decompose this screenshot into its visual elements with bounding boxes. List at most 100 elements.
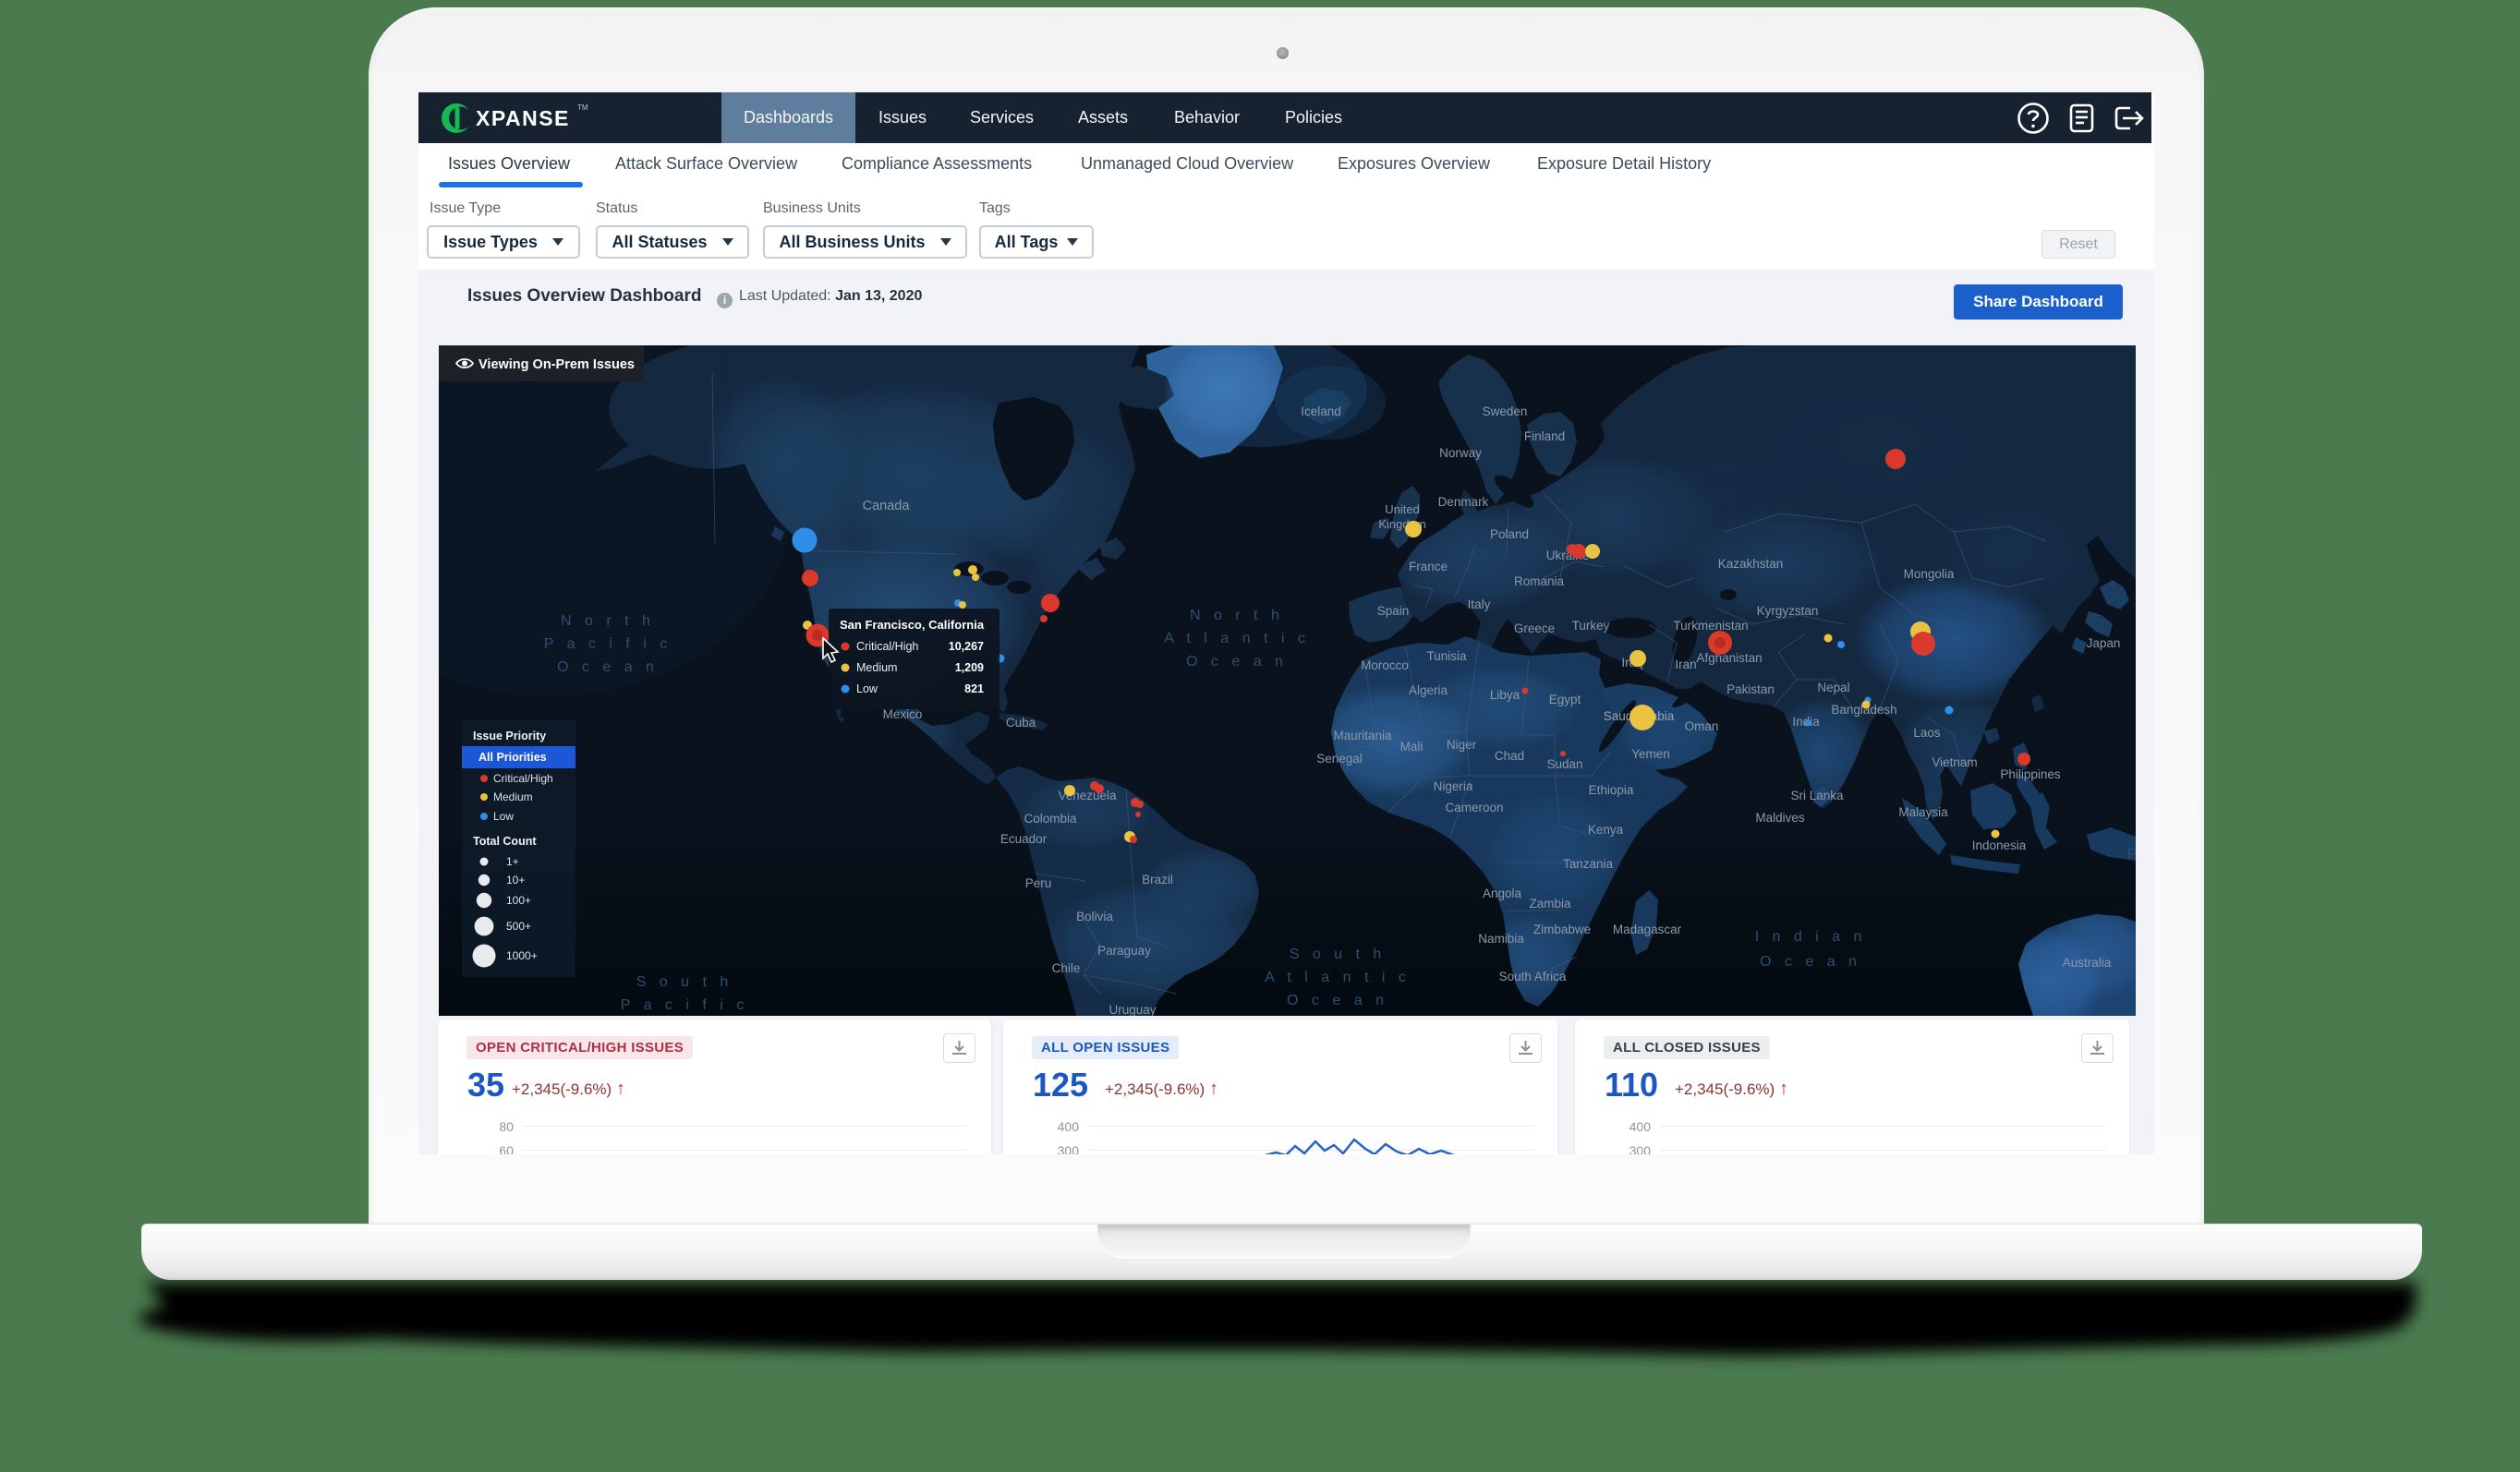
svg-text:Egypt: Egypt xyxy=(1549,693,1581,706)
svg-text:Mali: Mali xyxy=(1400,740,1424,754)
svg-text:1,209: 1,209 xyxy=(955,661,984,674)
svg-text:S o u t h: S o u t h xyxy=(1290,947,1387,962)
svg-text:Oman: Oman xyxy=(1685,719,1719,733)
svg-text:Sudan: Sudan xyxy=(1546,757,1582,771)
svg-text:10+: 10+ xyxy=(506,874,525,887)
svg-text:P a c i f i c: P a c i f i c xyxy=(621,997,749,1013)
svg-text:Afghanistan: Afghanistan xyxy=(1696,651,1762,665)
svg-text:Malaysia: Malaysia xyxy=(1898,805,1948,819)
svg-text:Kenya: Kenya xyxy=(1588,823,1624,837)
svg-text:Maldives: Maldives xyxy=(1755,811,1805,825)
svg-text:Medium: Medium xyxy=(493,790,533,803)
svg-text:South Africa: South Africa xyxy=(1499,970,1567,983)
svg-text:Senegal: Senegal xyxy=(1316,752,1363,766)
svg-text:Bolivia: Bolivia xyxy=(1076,910,1113,923)
svg-text:A t l a n t i c: A t l a n t i c xyxy=(1265,970,1411,985)
svg-text:Morocco: Morocco xyxy=(1361,658,1409,672)
svg-text:Philippines: Philippines xyxy=(2000,767,2061,781)
svg-text:10,267: 10,267 xyxy=(949,640,984,653)
svg-text:Angola: Angola xyxy=(1483,887,1522,900)
svg-text:Medium: Medium xyxy=(856,661,897,674)
svg-text:I n d i a n: I n d i a n xyxy=(1755,929,1867,945)
svg-text:Ethiopia: Ethiopia xyxy=(1589,783,1634,797)
svg-text:Greece: Greece xyxy=(1514,621,1555,635)
svg-text:Algeria: Algeria xyxy=(1409,683,1448,697)
svg-text:Laos: Laos xyxy=(1913,726,1941,740)
svg-text:Poland: Poland xyxy=(1490,527,1529,541)
svg-text:Brazil: Brazil xyxy=(1142,873,1173,887)
svg-text:1000+: 1000+ xyxy=(506,949,538,962)
svg-text:Niger: Niger xyxy=(1447,738,1477,752)
svg-text:Critical/High: Critical/High xyxy=(493,772,553,785)
svg-text:O c e a n: O c e a n xyxy=(557,659,659,675)
svg-text:S o u t h: S o u t h xyxy=(636,974,733,990)
svg-text:Pakistan: Pakistan xyxy=(1726,682,1775,696)
svg-text:Peru: Peru xyxy=(1025,876,1052,890)
svg-text:N o r t h: N o r t h xyxy=(1190,608,1284,623)
svg-text:Mongolia: Mongolia xyxy=(1904,567,1955,581)
svg-text:Turkey: Turkey xyxy=(1572,619,1610,633)
svg-text:Yemen: Yemen xyxy=(1631,747,1670,761)
svg-text:Nepal: Nepal xyxy=(1817,681,1849,694)
svg-text:Mauritania: Mauritania xyxy=(1333,729,1392,742)
svg-text:Romania: Romania xyxy=(1514,574,1565,588)
svg-text:Finland: Finland xyxy=(1524,429,1565,443)
svg-text:O c e a n: O c e a n xyxy=(1287,993,1388,1008)
svg-text:Mexico: Mexico xyxy=(883,707,923,721)
svg-text:Kyrgyzstan: Kyrgyzstan xyxy=(1757,604,1819,618)
svg-text:Sweden: Sweden xyxy=(1483,404,1528,418)
svg-text:Low: Low xyxy=(856,682,878,695)
svg-text:Total Count: Total Count xyxy=(473,835,537,848)
svg-text:Denmark: Denmark xyxy=(1438,495,1489,509)
svg-text:All Priorities: All Priorities xyxy=(479,751,547,764)
svg-text:Zimbabwe: Zimbabwe xyxy=(1533,923,1591,936)
svg-text:100+: 100+ xyxy=(506,894,531,907)
svg-text:1+: 1+ xyxy=(506,855,519,868)
svg-text:A t l a n t i c: A t l a n t i c xyxy=(1164,631,1310,646)
svg-text:San Francisco, California: San Francisco, California xyxy=(840,618,985,632)
svg-text:Low: Low xyxy=(493,810,514,823)
svg-text:Vietnam: Vietnam xyxy=(1932,755,1977,769)
svg-text:Viewing On-Prem Issues: Viewing On-Prem Issues xyxy=(479,357,635,372)
svg-text:Tanzania: Tanzania xyxy=(1563,857,1614,871)
svg-text:500+: 500+ xyxy=(506,920,531,933)
svg-text:Tunisia: Tunisia xyxy=(1426,649,1467,663)
svg-text:Chad: Chad xyxy=(1495,749,1524,763)
svg-text:Uruguay: Uruguay xyxy=(1109,1003,1156,1016)
svg-text:Critical/High: Critical/High xyxy=(856,640,918,653)
svg-text:Australia: Australia xyxy=(2063,956,2112,970)
svg-text:Namibia: Namibia xyxy=(1478,932,1524,946)
svg-text:Libya: Libya xyxy=(1490,688,1520,702)
svg-text:Paraguay: Paraguay xyxy=(1097,944,1151,958)
svg-text:Cuba: Cuba xyxy=(1006,716,1036,730)
svg-text:Canada: Canada xyxy=(863,499,911,513)
svg-text:United: United xyxy=(1385,502,1420,516)
svg-text:Nigeria: Nigeria xyxy=(1434,779,1473,793)
svg-text:Ecuador: Ecuador xyxy=(1000,832,1048,846)
svg-text:P a c i f i c: P a c i f i c xyxy=(544,636,672,652)
svg-text:O c e a n: O c e a n xyxy=(1186,654,1288,670)
svg-text:XPANSE: XPANSE xyxy=(476,106,570,130)
svg-text:Norway: Norway xyxy=(1439,446,1482,460)
svg-text:Italy: Italy xyxy=(1468,597,1491,611)
svg-text:Colombia: Colombia xyxy=(1024,812,1077,826)
svg-text:Pa: Pa xyxy=(2127,847,2136,863)
svg-text:N o r t h: N o r t h xyxy=(561,613,655,629)
svg-text:Sri Lanka: Sri Lanka xyxy=(1790,789,1844,802)
svg-text:Zambia: Zambia xyxy=(1529,897,1571,911)
svg-text:821: 821 xyxy=(964,682,984,695)
svg-text:Iceland: Iceland xyxy=(1301,404,1341,418)
svg-text:Chile: Chile xyxy=(1052,961,1081,975)
svg-text:Issue Priority: Issue Priority xyxy=(473,730,546,742)
svg-text:TM: TM xyxy=(577,103,588,112)
svg-text:Iran: Iran xyxy=(1675,658,1696,671)
svg-text:Cameroon: Cameroon xyxy=(1445,801,1503,814)
svg-text:Turkmenistan: Turkmenistan xyxy=(1673,619,1748,633)
svg-text:Spain: Spain xyxy=(1377,604,1410,618)
svg-text:Indonesia: Indonesia xyxy=(1972,839,2027,852)
svg-text:Japan: Japan xyxy=(2087,636,2121,650)
svg-text:O c e a n: O c e a n xyxy=(1760,954,1861,970)
svg-text:Kazakhstan: Kazakhstan xyxy=(1718,557,1784,571)
svg-text:France: France xyxy=(1409,560,1448,573)
svg-text:Madagascar: Madagascar xyxy=(1613,923,1682,936)
